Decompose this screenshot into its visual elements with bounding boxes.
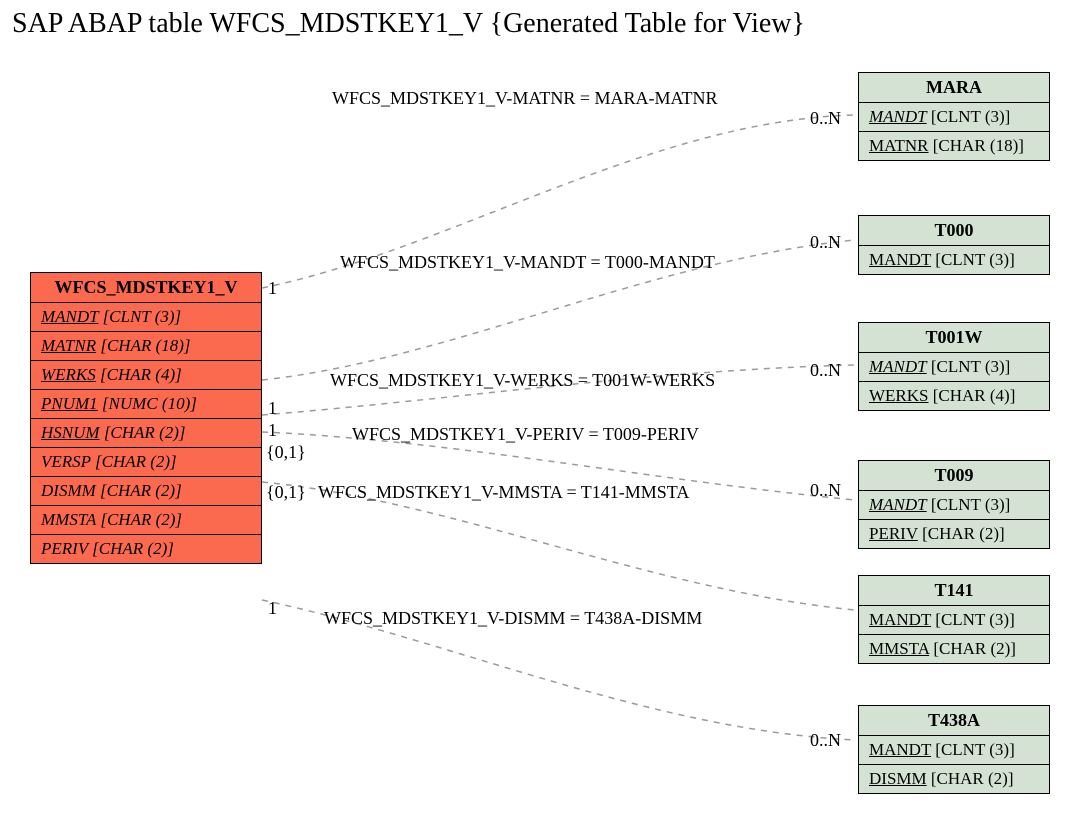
rel-field: MANDT [CLNT (3)] [859,606,1049,635]
rel-table-name: T009 [859,461,1049,491]
main-field: PERIV [CHAR (2)] [31,535,261,563]
rel-field: MATNR [CHAR (18)] [859,132,1049,160]
rel-table-name: T000 [859,216,1049,246]
relation-label: WFCS_MDSTKEY1_V-WERKS = T001W-WERKS [330,370,715,391]
relation-label: WFCS_MDSTKEY1_V-PERIV = T009-PERIV [352,424,699,445]
left-cardinality: 1 [268,598,277,619]
rel-table-name: MARA [859,73,1049,103]
rel-table-t009: T009 MANDT [CLNT (3)] PERIV [CHAR (2)] [858,460,1050,549]
relation-label: WFCS_MDSTKEY1_V-DISMM = T438A-DISMM [324,608,702,629]
rel-field: MANDT [CLNT (3)] [859,491,1049,520]
rel-table-name: T001W [859,323,1049,353]
main-field: MATNR [CHAR (18)] [31,332,261,361]
rel-field: PERIV [CHAR (2)] [859,520,1049,548]
rel-field: MANDT [CLNT (3)] [859,103,1049,132]
main-field: VERSP [CHAR (2)] [31,448,261,477]
rel-field: MANDT [CLNT (3)] [859,353,1049,382]
main-table-name: WFCS_MDSTKEY1_V [31,273,261,303]
right-cardinality: 0..N [810,232,841,253]
rel-field: MANDT [CLNT (3)] [859,246,1049,274]
rel-table-name: T141 [859,576,1049,606]
main-table: WFCS_MDSTKEY1_V MANDT [CLNT (3)] MATNR [… [30,272,262,564]
main-field: HSNUM [CHAR (2)] [31,419,261,448]
rel-table-t001w: T001W MANDT [CLNT (3)] WERKS [CHAR (4)] [858,322,1050,411]
right-cardinality: 0..N [810,108,841,129]
left-cardinality: {0,1} [266,482,306,503]
left-cardinality: 1 [268,420,277,441]
main-field: MANDT [CLNT (3)] [31,303,261,332]
rel-field: MMSTA [CHAR (2)] [859,635,1049,663]
right-cardinality: 0..N [810,730,841,751]
left-cardinality: 1 [268,278,277,299]
rel-field: WERKS [CHAR (4)] [859,382,1049,410]
main-field: MMSTA [CHAR (2)] [31,506,261,535]
rel-table-t438a: T438A MANDT [CLNT (3)] DISMM [CHAR (2)] [858,705,1050,794]
page-title: SAP ABAP table WFCS_MDSTKEY1_V {Generate… [12,8,805,40]
right-cardinality: 0..N [810,360,841,381]
rel-table-mara: MARA MANDT [CLNT (3)] MATNR [CHAR (18)] [858,72,1050,161]
main-field: PNUM1 [NUMC (10)] [31,390,261,419]
relation-label: WFCS_MDSTKEY1_V-MANDT = T000-MANDT [340,252,715,273]
left-cardinality: 1 [268,398,277,419]
relation-label: WFCS_MDSTKEY1_V-MATNR = MARA-MATNR [332,88,718,109]
rel-table-t000: T000 MANDT [CLNT (3)] [858,215,1050,275]
left-cardinality: {0,1} [266,442,306,463]
rel-field: MANDT [CLNT (3)] [859,736,1049,765]
rel-table-t141: T141 MANDT [CLNT (3)] MMSTA [CHAR (2)] [858,575,1050,664]
rel-table-name: T438A [859,706,1049,736]
main-field: DISMM [CHAR (2)] [31,477,261,506]
relation-label: WFCS_MDSTKEY1_V-MMSTA = T141-MMSTA [318,482,689,503]
rel-field: DISMM [CHAR (2)] [859,765,1049,793]
right-cardinality: 0..N [810,480,841,501]
main-field: WERKS [CHAR (4)] [31,361,261,390]
